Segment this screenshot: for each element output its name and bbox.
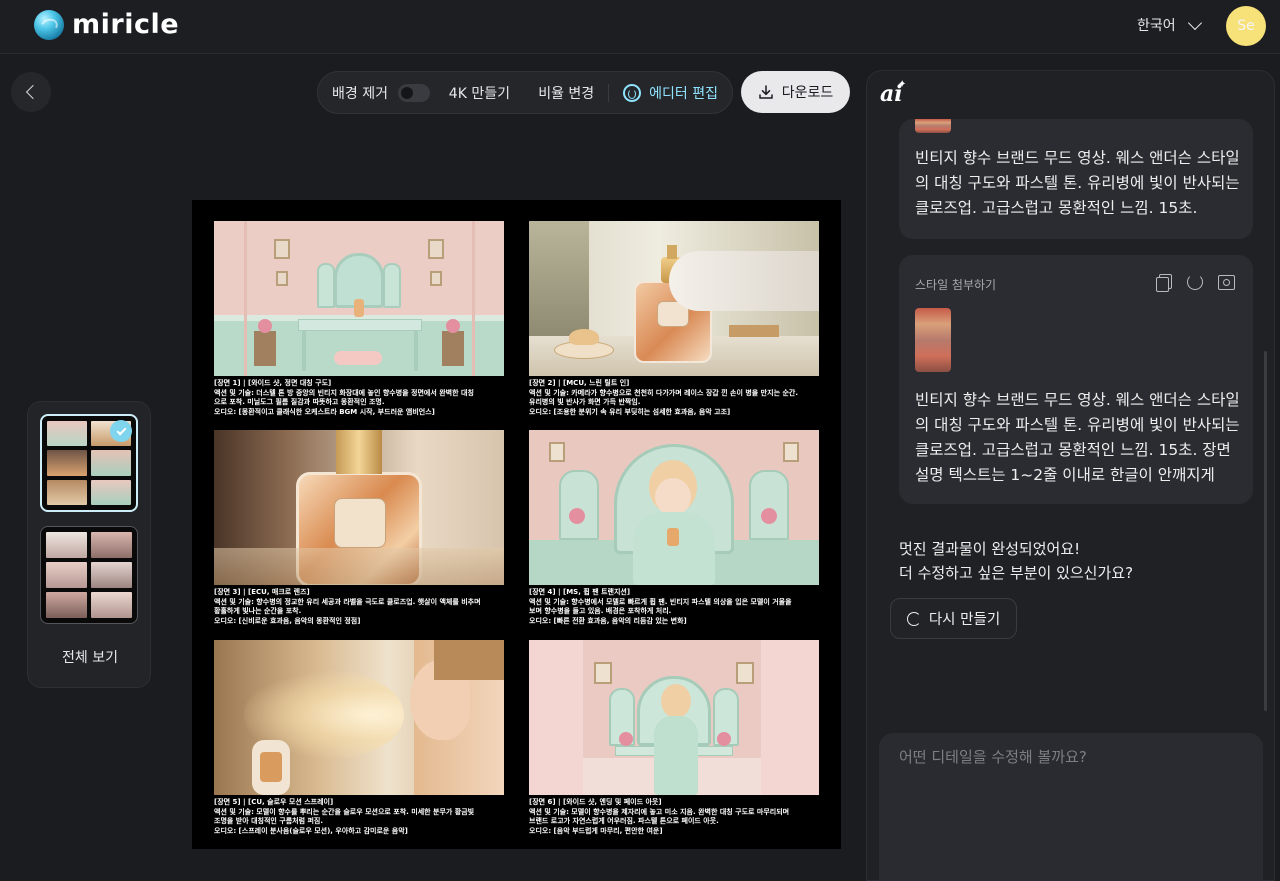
scene-6-image [529,640,819,795]
language-selector[interactable]: 한국어 [1137,15,1202,35]
scene-4-image [529,430,819,585]
ai-reply: 멋진 결과물이 완성되었어요! 더 수정하고 싶은 부분이 있으신가요? [899,537,1133,585]
download-icon [758,85,773,99]
user-message-1-text: 빈티지 향수 브랜드 무드 영상. 웨스 앤더슨 스타일의 대칭 구도와 파스텔… [915,149,1240,217]
thumbnail-1[interactable] [40,414,138,512]
user-message-2: 스타일 첨부하기 빈티지 향수 브랜드 무드 영상. 웨스 앤더슨 스타일의 대… [899,255,1253,504]
sparkle-icon: ✦ [898,79,907,90]
toolbar-divider [608,83,610,102]
chat-scrollbar[interactable] [1264,351,1267,711]
scene-5-image [214,640,504,795]
chevron-down-icon [1187,15,1202,30]
attach-style-label: 스타일 첨부하기 [915,278,997,292]
regenerate-button[interactable]: 다시 만들기 [890,598,1017,639]
chat-input-box[interactable] [879,733,1263,880]
image-icon[interactable] [1217,273,1235,291]
scene-6-caption: [장면 6] | [와이드 샷, 엔딩 및 페이드 아웃] 액션 및 기술: 모… [529,798,790,835]
avatar[interactable]: Se [1226,6,1266,46]
remove-background-toggle[interactable] [397,83,430,102]
user-message-1: 빈티지 향수 브랜드 무드 영상. 웨스 앤더슨 스타일의 대칭 구도와 파스텔… [899,119,1253,239]
selected-check-icon [110,420,132,442]
editor-edit-button[interactable]: 에디터 편집 [623,83,718,103]
refresh-icon[interactable] [1187,274,1203,290]
make-4k-button[interactable]: 4K 만들기 [449,83,510,103]
retry-icon [906,611,921,626]
scene-2-image [529,221,819,376]
change-ratio-button[interactable]: 비율 변경 [538,83,594,103]
remove-background-control[interactable]: 배경 제거 [332,83,430,103]
chevron-left-icon [25,84,41,100]
logo-icon [34,9,64,40]
ai-reply-line-2: 더 수정하고 싶은 부분이 있으신가요? [899,564,1134,582]
chat-input[interactable] [899,745,1239,769]
download-label: 다운로드 [781,85,834,101]
scene-1-caption: [장면 1] | [와이드 샷, 정면 대칭 구도] 액션 및 기술: 더스텔 … [214,379,474,416]
language-label: 한국어 [1137,18,1176,34]
view-all-button[interactable]: 전체 보기 [28,647,152,667]
ai-reply-line-1: 멋진 결과물이 완성되었어요! [899,540,1081,558]
download-button[interactable]: 다운로드 [741,71,850,113]
logo-text: miricle [72,9,180,40]
copy-icon[interactable] [1155,273,1173,292]
style-attachment-thumbnail[interactable] [915,308,951,372]
scene-1-image [214,221,504,376]
avatar-initials: Se [1237,18,1255,34]
user-message-2-text: 빈티지 향수 브랜드 무드 영상. 웨스 앤더슨 스타일의 대칭 구도와 파스텔… [915,391,1240,484]
top-bar: miricle 한국어 Se [0,0,1280,54]
editor-edit-label: 에디터 편집 [649,85,718,102]
message-actions [1155,273,1235,292]
thumbnail-rail: 전체 보기 [27,401,151,688]
editor-icon [623,83,642,102]
scene-3-caption: [장면 3] | [ECU, 매크로 렌즈] 액션 및 기술: 향수병의 정교한… [214,588,481,625]
image-toolbar: 배경 제거 4K 만들기 비율 변경 에디터 편집 [317,71,733,114]
scene-4-caption: [장면 4] | [MS, 휩 팬 트랜지션] 액션 및 기술: 향수병에서 모… [529,588,792,625]
make-4k-label: 4K 만들기 [448,85,510,102]
change-ratio-label: 비율 변경 [538,85,595,102]
back-button[interactable] [11,72,51,112]
remove-background-label: 배경 제거 [332,85,388,102]
scene-5-caption: [장면 5] | [CU, 슬로우 모션 스프레이] 액션 및 기술: 모델이 … [214,798,475,835]
scene-2-caption: [장면 2] | [MCU, 느린 틸트 인] 액션 및 기술: 카메라가 향수… [529,379,798,416]
thumbnail-2[interactable] [40,526,138,624]
style-attachment-thumbnail[interactable] [915,119,951,133]
ai-chat-panel: ai ✦ 빈티지 향수 브랜드 무드 영상. 웨스 앤더슨 스타일의 대칭 구도… [866,70,1275,881]
scene-3-image [214,430,504,585]
regenerate-label: 다시 만들기 [928,612,1001,628]
logo[interactable]: miricle [34,9,179,40]
storyboard-image: [장면 1] | [와이드 샷, 정면 대칭 구도] 액션 및 기술: 더스텔 … [192,200,841,849]
